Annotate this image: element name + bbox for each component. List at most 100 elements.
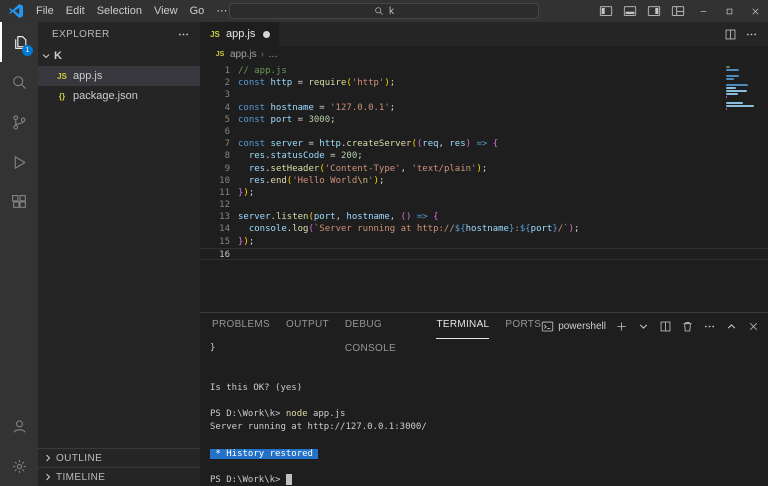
tab-label: app.js bbox=[226, 28, 255, 40]
folder-name: K bbox=[54, 50, 62, 62]
terminal-line: } bbox=[210, 342, 768, 355]
split-editor-icon[interactable] bbox=[724, 28, 737, 41]
code-line[interactable]: 4const hostname = '127.0.0.1'; bbox=[200, 102, 768, 114]
command-center-search[interactable]: k bbox=[229, 3, 539, 19]
breadcrumb[interactable]: JS app.js › … bbox=[200, 46, 768, 62]
code-line[interactable]: 2const http = require('http'); bbox=[200, 77, 768, 89]
activity-search[interactable] bbox=[0, 62, 38, 102]
maximize-button[interactable] bbox=[716, 0, 742, 22]
code-line[interactable]: 1// app.js bbox=[200, 65, 768, 77]
close-icon bbox=[750, 6, 761, 17]
line-text: res.statusCode = 200; bbox=[238, 150, 363, 162]
line-number: 1 bbox=[200, 65, 230, 77]
tab-terminal[interactable]: TERMINAL bbox=[436, 313, 489, 339]
search-icon bbox=[11, 74, 28, 91]
extensions-icon bbox=[11, 194, 28, 211]
activity-explorer[interactable]: 1 bbox=[0, 22, 38, 62]
close-panel-icon[interactable] bbox=[747, 320, 760, 333]
code-editor[interactable]: 1// app.js2const http = require('http');… bbox=[200, 62, 768, 312]
account-button[interactable] bbox=[0, 406, 38, 446]
terminal-line bbox=[210, 395, 768, 408]
line-text: res.setHeader('Content-Type', 'text/plai… bbox=[238, 163, 487, 175]
tab-appjs[interactable]: JS app.js bbox=[200, 22, 279, 46]
code-line[interactable]: 12 bbox=[200, 199, 768, 211]
menu-view[interactable]: View bbox=[148, 0, 184, 22]
terminal-content: }Is this OK? (yes)PS D:\Work\k> node app… bbox=[210, 342, 768, 486]
line-number: 6 bbox=[200, 126, 230, 138]
code-line[interactable]: 10 res.end('Hello World\n'); bbox=[200, 175, 768, 187]
toggle-panel-icon[interactable] bbox=[623, 4, 637, 18]
sidebar-title: EXPLORER bbox=[52, 29, 110, 40]
chevron-down-icon bbox=[40, 50, 52, 62]
menu-file[interactable]: File bbox=[30, 0, 60, 22]
code-line[interactable]: 7const server = http.createServer((req, … bbox=[200, 138, 768, 150]
code-line[interactable]: 14 console.log(`Server running at http:/… bbox=[200, 223, 768, 235]
toggle-primary-sidebar-icon[interactable] bbox=[599, 4, 613, 18]
code-line[interactable]: 13 server.listen(port, hostname, () => { bbox=[200, 211, 768, 223]
menu-edit[interactable]: Edit bbox=[60, 0, 91, 22]
terminal[interactable]: }Is this OK? (yes)PS D:\Work\k> node app… bbox=[200, 339, 768, 486]
line-number: 3 bbox=[200, 89, 230, 101]
code-line[interactable]: 15}); bbox=[200, 236, 768, 248]
json-file-icon: {} bbox=[56, 92, 68, 101]
command-center-text: k bbox=[389, 6, 394, 17]
tab-debug-console[interactable]: DEBUG CONSOLE bbox=[345, 313, 421, 339]
code-line[interactable]: 5const port = 3000; bbox=[200, 114, 768, 126]
code-line[interactable]: 6 bbox=[200, 126, 768, 138]
explorer-more-actions-icon[interactable] bbox=[177, 28, 190, 41]
activity-run-debug[interactable] bbox=[0, 142, 38, 182]
explorer-badge: 1 bbox=[22, 45, 33, 56]
line-text: console.log(`Server running at http://${… bbox=[238, 223, 579, 235]
line-number: 11 bbox=[200, 187, 230, 199]
kill-terminal-icon[interactable] bbox=[681, 320, 694, 333]
panel-more-actions-icon[interactable] bbox=[703, 320, 716, 333]
file-label: app.js bbox=[73, 70, 102, 82]
file-item-appjs[interactable]: JS app.js bbox=[38, 66, 200, 86]
chevron-right-icon bbox=[42, 471, 54, 483]
editor-more-actions-icon[interactable] bbox=[745, 28, 758, 41]
gear-icon bbox=[11, 458, 28, 475]
new-terminal-icon[interactable] bbox=[615, 320, 628, 333]
maximize-panel-icon[interactable] bbox=[725, 320, 738, 333]
breadcrumb-symbol[interactable]: … bbox=[268, 49, 278, 60]
code-line[interactable]: 16 bbox=[200, 248, 768, 260]
close-button[interactable] bbox=[742, 0, 768, 22]
toggle-secondary-sidebar-icon[interactable] bbox=[647, 4, 661, 18]
split-terminal-icon[interactable] bbox=[659, 320, 672, 333]
account-icon bbox=[11, 418, 28, 435]
line-number: 10 bbox=[200, 175, 230, 187]
menu-selection[interactable]: Selection bbox=[91, 0, 148, 22]
tab-ports[interactable]: PORTS bbox=[505, 313, 541, 339]
line-number: 13 bbox=[200, 211, 230, 223]
line-number: 16 bbox=[200, 249, 230, 259]
activity-source-control[interactable] bbox=[0, 102, 38, 142]
panel-header: PROBLEMS OUTPUT DEBUG CONSOLE TERMINAL P… bbox=[200, 313, 768, 339]
terminal-dropdown-icon[interactable] bbox=[637, 320, 650, 333]
code-line[interactable]: 8 res.statusCode = 200; bbox=[200, 150, 768, 162]
line-text: server.listen(port, hostname, () => { bbox=[238, 211, 439, 223]
minimap[interactable] bbox=[726, 66, 758, 114]
code-line[interactable]: 3 bbox=[200, 89, 768, 101]
menu-go[interactable]: Go bbox=[184, 0, 211, 22]
vscode-window: File Edit Selection View Go ⋯ k 1 bbox=[0, 0, 768, 486]
outline-section[interactable]: OUTLINE bbox=[38, 448, 200, 467]
breadcrumb-file[interactable]: app.js bbox=[230, 49, 257, 60]
timeline-section[interactable]: TIMELINE bbox=[38, 467, 200, 486]
minimize-button[interactable] bbox=[690, 0, 716, 22]
shell-selector[interactable]: powershell bbox=[541, 320, 606, 333]
activity-extensions[interactable] bbox=[0, 182, 38, 222]
code-line[interactable]: 11}); bbox=[200, 187, 768, 199]
line-number: 15 bbox=[200, 236, 230, 248]
file-item-packagejson[interactable]: {} package.json bbox=[38, 86, 200, 106]
customize-layout-icon[interactable] bbox=[671, 4, 685, 18]
tab-output[interactable]: OUTPUT bbox=[286, 313, 329, 339]
modified-dot-icon[interactable] bbox=[263, 31, 270, 38]
folder-root[interactable]: K bbox=[38, 46, 200, 66]
code-line[interactable]: 9 res.setHeader('Content-Type', 'text/pl… bbox=[200, 163, 768, 175]
terminal-line bbox=[210, 461, 768, 474]
minimize-icon bbox=[698, 6, 709, 17]
terminal-line: Is this OK? (yes) bbox=[210, 382, 768, 395]
tab-problems[interactable]: PROBLEMS bbox=[212, 313, 270, 339]
settings-button[interactable] bbox=[0, 446, 38, 486]
title-bar: File Edit Selection View Go ⋯ k bbox=[0, 0, 768, 22]
